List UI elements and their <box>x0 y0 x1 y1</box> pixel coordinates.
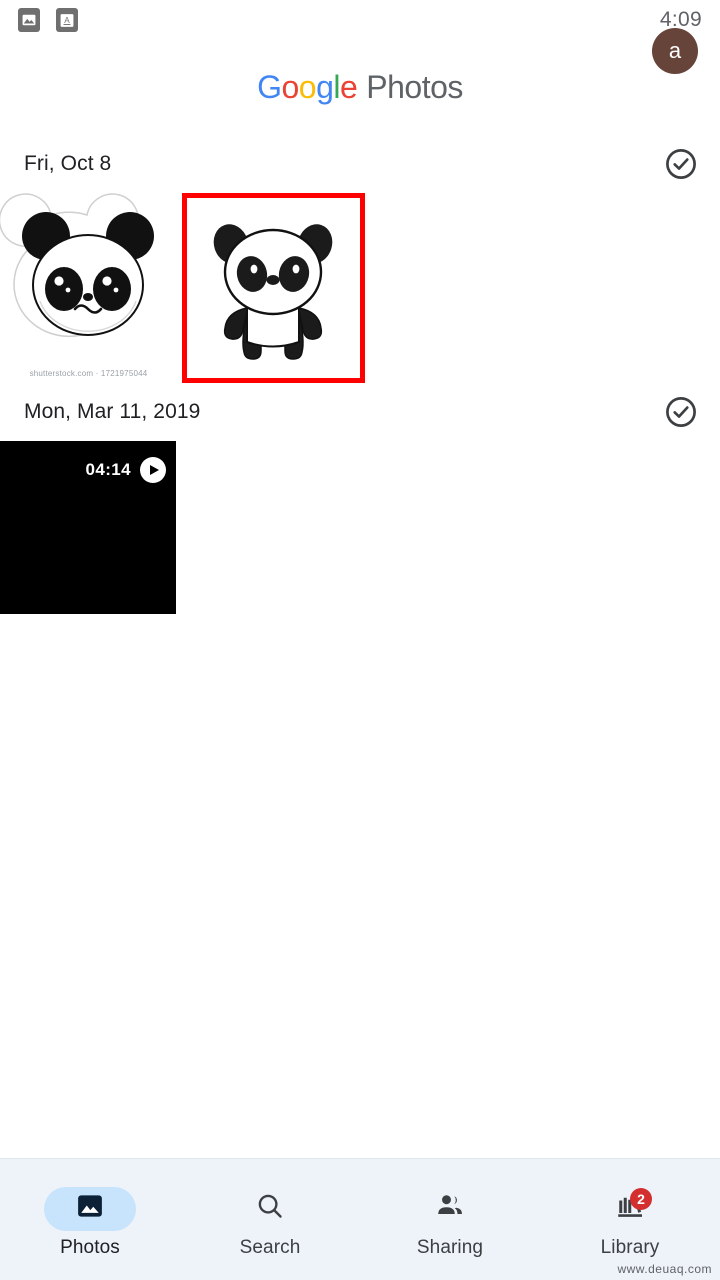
nav-item-search[interactable]: Search <box>180 1159 360 1280</box>
site-watermark: www.deuaq.com <box>617 1262 712 1276</box>
photos-icon <box>75 1191 105 1226</box>
photos-icon-pill <box>44 1186 136 1231</box>
app-title: Google Photos <box>257 69 463 106</box>
sharing-icon <box>434 1191 466 1226</box>
library-badge: 2 <box>630 1187 652 1210</box>
avatar[interactable]: a <box>652 28 698 74</box>
nav-label-library: Library <box>600 1236 660 1258</box>
nav-item-photos[interactable]: Photos <box>0 1159 180 1280</box>
date-group-header: Fri, Oct 8 <box>0 135 720 193</box>
photo-notification-icon <box>18 8 40 32</box>
svg-text:A: A <box>64 15 70 24</box>
panda-body-image <box>187 198 360 378</box>
google-wordmark: Google <box>257 69 358 105</box>
nav-label-photos: Photos <box>60 1236 120 1258</box>
status-bar: A 4:09 <box>0 0 720 40</box>
stock-watermark: shutterstock.com · 1721975044 <box>29 369 148 378</box>
date-group-label: Mon, Mar 11, 2019 <box>24 400 201 423</box>
sharing-icon-pill <box>404 1187 496 1231</box>
panda-face-image <box>0 193 177 383</box>
play-icon[interactable] <box>140 457 166 483</box>
tile-row: shutterstock.com · 1721975044 <box>0 193 720 383</box>
panda-body-photo[interactable] <box>182 193 365 383</box>
check-circle-icon[interactable] <box>664 147 698 181</box>
nav-item-sharing[interactable]: Sharing <box>360 1159 540 1280</box>
date-group-header: Mon, Mar 11, 2019 <box>0 383 720 441</box>
library-icon-pill: 2 <box>584 1187 676 1231</box>
video-thumbnail[interactable]: 04:14 <box>0 441 176 614</box>
nav-label-search: Search <box>239 1236 301 1258</box>
app-header: Google Photos <box>0 40 720 135</box>
video-duration-label: 04:14 <box>85 460 131 479</box>
bottom-navigation: Photos Search Sharing 2 Library www.deua… <box>0 1158 720 1280</box>
status-bar-icons: A <box>18 8 78 32</box>
tile-row: 04:14 <box>0 441 720 614</box>
app-title-suffix: Photos <box>366 69 463 105</box>
check-circle-icon[interactable] <box>664 395 698 429</box>
video-meta: 04:14 <box>86 457 166 483</box>
keyboard-language-icon: A <box>56 8 78 32</box>
panda-face-photo[interactable]: shutterstock.com · 1721975044 <box>0 193 177 383</box>
search-icon-pill <box>224 1187 316 1231</box>
photo-grid: Fri, Oct 8 shutterstock.com · 1721975044… <box>0 135 720 1158</box>
search-icon <box>255 1191 285 1226</box>
date-group-label: Fri, Oct 8 <box>24 152 112 175</box>
nav-label-sharing: Sharing <box>416 1236 484 1258</box>
